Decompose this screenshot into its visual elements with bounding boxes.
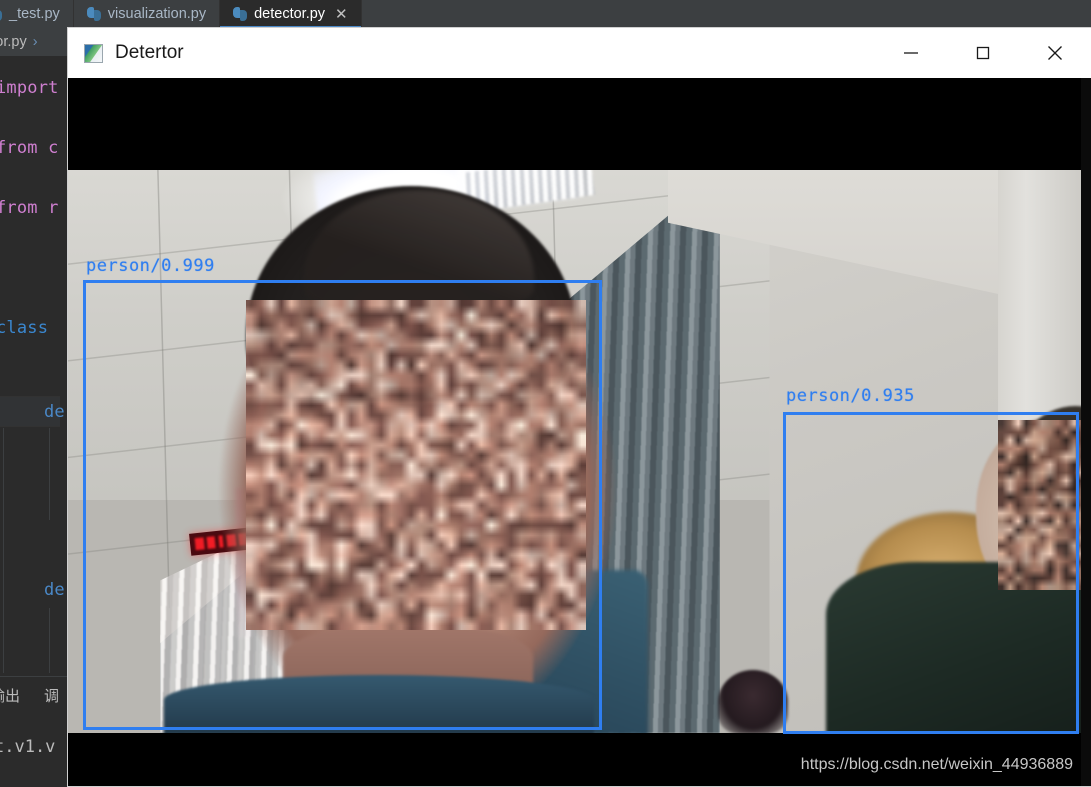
editor-tab-test-py[interactable]: _test.py	[0, 0, 74, 28]
video-right-edge	[1081, 78, 1091, 786]
code-fold-guide	[49, 608, 50, 673]
console-output-text: t.v1.v	[0, 737, 56, 757]
editor-tab-detector-py[interactable]: detector.py ✕	[220, 0, 362, 28]
python-file-icon	[233, 7, 248, 21]
editor-tab-label: detector.py	[254, 6, 326, 22]
code-line: from c	[0, 138, 59, 158]
editor-tab-visualization-py[interactable]: visualization.py	[73, 0, 221, 28]
tool-tab-output[interactable]: 输出	[0, 685, 20, 706]
editor-tab-label: visualization.py	[107, 6, 207, 22]
close-button[interactable]	[1019, 28, 1091, 78]
breadcrumb-file[interactable]: ctor.py	[0, 34, 27, 50]
detection-label-person-2: person/0.935	[786, 386, 915, 406]
maximize-button[interactable]	[947, 28, 1019, 78]
tool-window-tabs: 输出 调	[0, 685, 59, 706]
code-fold-guide	[49, 428, 50, 520]
tool-tab-debug[interactable]: 调	[44, 685, 59, 706]
scene-person1-face-mosaic	[246, 300, 586, 630]
minimize-button[interactable]	[875, 28, 947, 78]
scene-background-person	[718, 670, 788, 733]
code-divider	[0, 426, 60, 427]
scene-person2-face-mosaic	[998, 420, 1091, 590]
code-line: class	[0, 318, 49, 338]
code-divider	[0, 396, 60, 397]
python-file-icon	[86, 7, 101, 21]
window-controls	[875, 28, 1091, 78]
scene-person1-shirt	[164, 675, 594, 733]
editor-tab-label: _test.py	[9, 6, 60, 22]
window-title-bar[interactable]: Detertor	[68, 28, 1091, 78]
webcam-frame	[68, 170, 1091, 733]
watermark-text: https://blog.csdn.net/weixin_44936889	[800, 756, 1073, 773]
code-line: import	[0, 78, 59, 98]
detection-label-person-1: person/0.999	[86, 256, 215, 276]
video-canvas[interactable]: person/0.999 person/0.935 https://blog.c…	[68, 78, 1091, 786]
code-line: de	[44, 402, 65, 422]
breadcrumb-separator-icon: ›	[32, 34, 38, 50]
code-fold-guide	[3, 428, 4, 673]
window-title: Detertor	[115, 42, 184, 63]
code-line: from r	[0, 198, 59, 218]
editor-tab-bar: _test.py visualization.py detector.py ✕	[0, 0, 1091, 28]
window-title-group: Detertor	[68, 42, 875, 64]
detector-app-window[interactable]: Detertor person/0.999 person/0.935 https…	[68, 28, 1091, 786]
app-logo-icon	[84, 43, 103, 63]
python-file-icon	[0, 7, 2, 21]
tab-close-icon[interactable]: ✕	[335, 7, 348, 22]
code-line: de	[44, 580, 65, 600]
